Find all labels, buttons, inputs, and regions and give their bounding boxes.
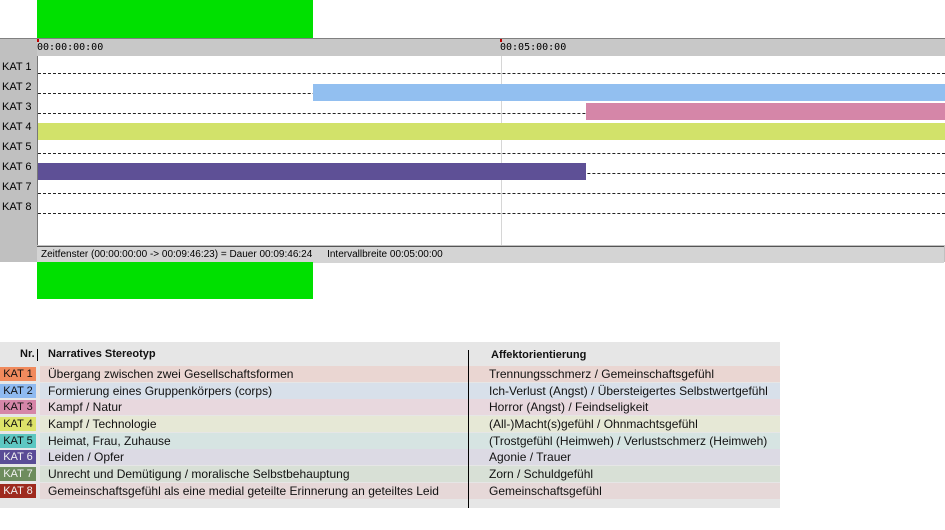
legend-row: KAT 4 Kampf / Technologie (All-)Macht(s)… [0,416,780,432]
time-window-text: Zeitfenster (00:00:00:00 -> 00:09:46:23)… [41,249,313,260]
kat-swatch: KAT 6 [0,450,36,464]
legend-row: KAT 1 Übergang zwischen zwei Gesellschaf… [0,366,780,382]
kat-swatch: KAT 2 [0,384,36,398]
stereotype-text: Gemeinschaftsgefühl als eine medial gete… [48,484,439,498]
legend-row: KAT 3 Kampf / Natur Horror (Angst) / Fei… [0,399,780,415]
stereotype-text: Unrecht und Demütigung / moralische Selb… [48,467,350,481]
affect-text: Agonie / Trauer [489,450,572,464]
category-legend: Nr. Narratives Stereotyp Affektorientier… [0,342,780,508]
affect-text: (Trostgefühl (Heimweh) / Verlustschmerz … [489,434,768,448]
stereotype-text: Heimat, Frau, Zuhause [48,434,171,448]
header-separator [37,349,38,361]
timeline-panel: 00:00:00:00 00:05:00:00 KAT 1 KAT 2 KAT … [0,38,945,263]
legend-header-stereotype: Narratives Stereotyp [48,348,156,360]
stereotype-text: Formierung eines Gruppenkörpers (corps) [48,384,273,398]
row-divider [38,193,945,194]
kat-swatch: KAT 5 [0,434,36,448]
affect-text: Ich-Verlust (Angst) / Übersteigertes Sel… [489,384,768,398]
status-bar: Zeitfenster (00:00:00:00 -> 00:09:46:23)… [37,246,944,263]
affect-text: (All-)Macht(s)gefühl / Ohnmachtsgefühl [489,417,698,431]
legend-row-band [40,399,780,415]
row-label-kat6: KAT 6 [2,161,32,173]
legend-header-nr: Nr. [20,348,35,360]
row-label-kat5: KAT 5 [2,141,32,153]
kat-swatch: KAT 4 [0,417,36,431]
legend-row: KAT 6 Leiden / Opfer Agonie / Trauer [0,449,780,465]
kat-swatch: KAT 3 [0,400,36,414]
segment-kat2[interactable] [313,84,945,101]
stereotype-text: Kampf / Natur [48,400,123,414]
row-label-kat2: KAT 2 [2,81,32,93]
tick-label-start: 00:00:00:00 [37,42,104,53]
affect-text: Zorn / Schuldgefühl [489,467,594,481]
affect-text: Gemeinschaftsgefühl [489,484,602,498]
legend-row: KAT 7 Unrecht und Demütigung / moralisch… [0,466,780,482]
segment-kat6[interactable] [38,163,586,180]
affect-text: Trennungsschmerz / Gemeinschaftsgefühl [489,367,714,381]
segment-kat3[interactable] [586,103,945,120]
row-label-kat1: KAT 1 [2,61,32,73]
stereotype-text: Kampf / Technologie [48,417,157,431]
row-divider [38,73,945,74]
kat-swatch: KAT 8 [0,484,36,498]
tick-label-5min: 00:05:00:00 [500,42,567,53]
row-label-kat3: KAT 3 [2,101,32,113]
segment-kat4[interactable] [38,123,945,140]
kat-swatch: KAT 7 [0,467,36,481]
legend-row: KAT 8 Gemeinschaftsgefühl als eine media… [0,483,780,499]
row-label-kat7: KAT 7 [2,181,32,193]
row-label-kat4: KAT 4 [2,121,32,133]
legend-row: KAT 5 Heimat, Frau, Zuhause (Trostgefühl… [0,433,780,449]
legend-header-affect: Affektorientierung [491,349,587,361]
kat-swatch: KAT 1 [0,367,36,381]
affect-text: Horror (Angst) / Feindseligkeit [489,400,649,414]
row-label-kat8: KAT 8 [2,201,32,213]
stereotype-text: Leiden / Opfer [48,450,125,464]
legend-row-band [40,449,780,465]
legend-row: KAT 2 Formierung eines Gruppenkörpers (c… [0,383,780,399]
time-window-marker-bottom[interactable] [37,262,313,299]
row-divider [38,213,945,214]
row-divider [38,153,945,154]
time-ruler[interactable]: 00:00:00:00 00:05:00:00 [37,39,945,57]
time-window-marker-top[interactable] [37,0,313,38]
timeline-plot[interactable] [37,56,945,245]
stereotype-text: Übergang zwischen zwei Gesellschaftsform… [48,367,294,381]
interval-width-text: Intervallbreite 00:05:00:00 [327,249,443,260]
legend-column-divider [468,350,469,508]
